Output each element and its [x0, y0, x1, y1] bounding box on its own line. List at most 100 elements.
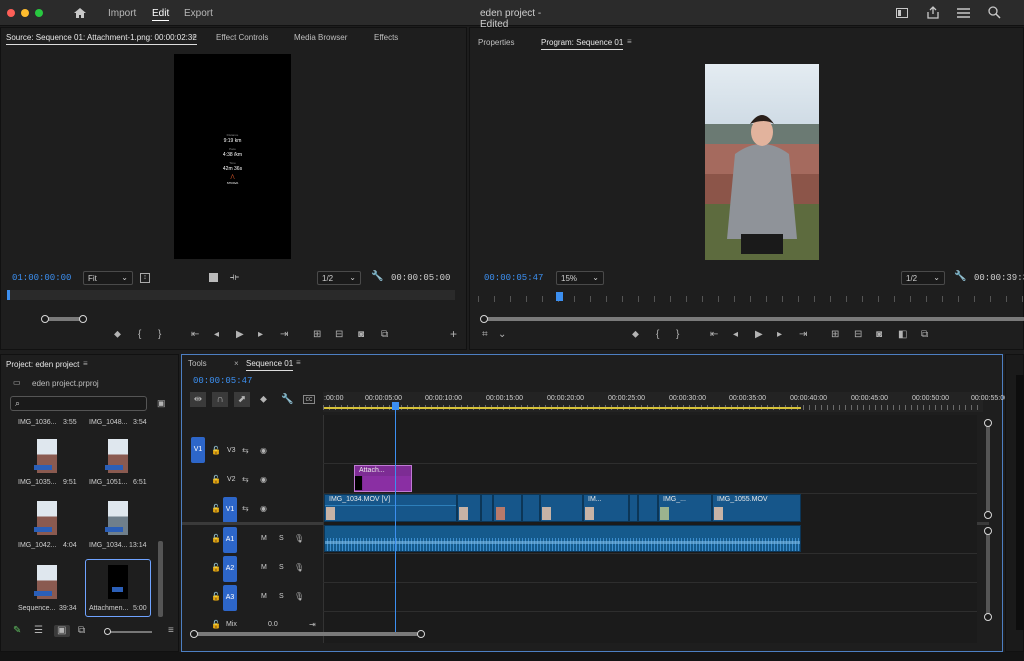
source-step-back-icon[interactable]: ◂ — [214, 330, 219, 340]
program-zoom-bar[interactable] — [484, 317, 1024, 321]
thumbnail-size-handle[interactable] — [104, 628, 111, 635]
timeline-zoom-start-handle[interactable] — [190, 630, 198, 638]
source-insert-button-icon[interactable]: ⊞ — [313, 330, 321, 340]
bin-item-name[interactable]: Sequence... — [18, 605, 55, 612]
minimize-window-button[interactable] — [21, 9, 29, 17]
tab-program[interactable]: Program: Sequence 01 — [541, 38, 624, 50]
program-extract-icon[interactable]: ⊟ — [854, 330, 862, 340]
bin-thumbnail[interactable] — [108, 565, 128, 599]
tab-properties[interactable]: Properties — [478, 38, 514, 47]
program-mark-in-icon[interactable]: { — [656, 330, 659, 340]
bin-item-name[interactable]: IMG_1035... — [18, 479, 57, 486]
freeform-view-icon[interactable]: ⧉ — [78, 626, 85, 636]
audio-track-scrollbar[interactable] — [986, 531, 990, 619]
eye-icon[interactable]: ◉ — [260, 504, 267, 514]
program-button-editor-icon[interactable]: ⧉ — [921, 330, 928, 340]
bin-item-name[interactable]: IMG_1042... — [18, 542, 57, 549]
sync-lock-icon[interactable]: ⇆ — [242, 446, 249, 456]
tab-import[interactable]: Import — [108, 8, 136, 19]
microphone-icon[interactable]: 🎙 — [294, 563, 304, 573]
zoom-window-button[interactable] — [35, 9, 43, 17]
clip-segment[interactable] — [493, 494, 522, 522]
audio-scroll-top-handle[interactable] — [984, 527, 992, 535]
solo-button[interactable]: S — [279, 564, 284, 571]
sync-lock-icon[interactable]: ⇆ — [242, 475, 249, 485]
tab-effect-controls[interactable]: Effect Controls — [216, 33, 268, 42]
source-step-forward-icon[interactable]: ▸ — [258, 330, 263, 340]
source-mark-out-icon[interactable]: } — [158, 330, 161, 340]
tab-edit[interactable]: Edit — [152, 8, 170, 21]
program-play-icon[interactable]: ▶ — [755, 330, 763, 340]
project-search-input[interactable]: ⌕ — [10, 396, 147, 411]
video-track-scrollbar[interactable] — [986, 423, 990, 517]
sequence-panel-menu-icon[interactable]: ≡ — [296, 358, 301, 367]
video-scroll-bottom-handle[interactable] — [984, 511, 992, 519]
program-panel-menu-icon[interactable]: ≡ — [627, 37, 632, 46]
program-settings-dropdown-icon[interactable]: ⌄ — [498, 330, 506, 340]
go-to-end-icon[interactable]: ⇥ — [309, 620, 316, 630]
source-add-marker-icon[interactable]: ⬥ — [114, 330, 121, 340]
program-zoom-start-handle[interactable] — [480, 315, 488, 323]
source-zoom-start-handle[interactable] — [41, 315, 49, 323]
clip-segment[interactable] — [522, 494, 540, 522]
timeline-zoom-end-handle[interactable] — [417, 630, 425, 638]
tab-export[interactable]: Export — [184, 8, 213, 19]
eye-icon[interactable]: ◉ — [260, 475, 267, 485]
lock-icon[interactable]: 🔓 — [211, 534, 221, 544]
source-settings-icon[interactable]: ↕ — [140, 273, 150, 283]
snap-icon[interactable]: ∩ — [212, 392, 228, 407]
lock-icon[interactable]: 🔓 — [211, 620, 221, 630]
eye-icon[interactable]: ◉ — [260, 446, 267, 456]
search-quality-icon[interactable] — [988, 6, 1001, 19]
clip-img[interactable]: IMG_... — [658, 494, 712, 522]
program-mark-out-icon[interactable]: } — [676, 330, 679, 340]
source-panel-menu-icon[interactable]: ≡ — [192, 32, 197, 41]
clip-segment[interactable] — [540, 494, 583, 522]
source-insert-icon[interactable] — [209, 273, 218, 282]
tab-effects[interactable]: Effects — [374, 33, 398, 42]
clip-segment[interactable] — [457, 494, 481, 522]
source-patch-v1[interactable]: V1 — [191, 437, 205, 463]
source-drag-icon[interactable]: ⟛ — [230, 273, 239, 283]
program-add-marker-icon[interactable]: ⬥ — [632, 330, 639, 340]
tab-sequence[interactable]: Sequence 01 — [246, 359, 294, 371]
bin-item-name[interactable]: IMG_1048... — [89, 419, 128, 426]
track-label-a1[interactable]: A1 — [223, 527, 237, 553]
tab-source[interactable]: Source: Sequence 01: Attachment-1.png: 0… — [6, 33, 197, 45]
program-timecode[interactable]: 00:00:05:47 — [484, 273, 543, 283]
source-go-to-out-icon[interactable]: ⇥ — [280, 330, 288, 340]
program-playhead[interactable] — [556, 292, 563, 301]
source-zoom-bar[interactable] — [45, 317, 83, 321]
source-go-to-in-icon[interactable]: ⇤ — [191, 330, 199, 340]
clip-segment[interactable] — [481, 494, 493, 522]
icon-view-button[interactable]: ▣ — [54, 625, 70, 637]
tab-tools[interactable]: Tools — [188, 359, 207, 368]
lock-icon[interactable]: 🔓 — [211, 475, 221, 485]
source-export-frame-icon[interactable]: ◙ — [358, 330, 364, 340]
program-compare-icon[interactable]: ◧ — [898, 330, 907, 340]
tab-project[interactable]: Project: eden project — [6, 360, 79, 369]
clip-attachment[interactable]: Attach... — [354, 465, 412, 492]
source-overwrite-button-icon[interactable]: ⊟ — [335, 330, 343, 340]
bin-item-name[interactable]: IMG_1034... — [89, 542, 128, 549]
program-go-to-in-icon[interactable]: ⇤ — [710, 330, 718, 340]
mute-button[interactable]: M — [261, 564, 267, 571]
track-label-v2[interactable]: V2 — [227, 476, 236, 483]
solo-button[interactable]: S — [279, 593, 284, 600]
sync-lock-icon[interactable]: ⇆ — [242, 504, 249, 514]
timeline-playhead-line[interactable] — [395, 410, 396, 635]
mute-button[interactable]: M — [261, 593, 267, 600]
new-bin-icon[interactable]: ▣ — [157, 398, 166, 408]
timeline-wrench-icon[interactable]: 🔧 — [281, 395, 293, 405]
program-step-back-icon[interactable]: ◂ — [733, 330, 738, 340]
video-scroll-top-handle[interactable] — [984, 419, 992, 427]
timeline-zoom-bar[interactable] — [194, 632, 418, 636]
program-go-to-out-icon[interactable]: ⇥ — [799, 330, 807, 340]
microphone-icon[interactable]: 🎙 — [294, 534, 304, 544]
clip-im[interactable]: IM... — [583, 494, 629, 522]
clip-img-1034[interactable]: IMG_1034.MOV [V] — [324, 494, 457, 522]
timeline-ruler[interactable]: :00:00 00:00:05:00 00:00:10:00 00:00:15:… — [323, 392, 1008, 412]
clip-img-1055[interactable]: IMG_1055.MOV — [712, 494, 801, 522]
source-wrench-icon[interactable]: 🔧 — [371, 272, 383, 282]
list-view-icon[interactable]: ☰ — [34, 626, 43, 636]
